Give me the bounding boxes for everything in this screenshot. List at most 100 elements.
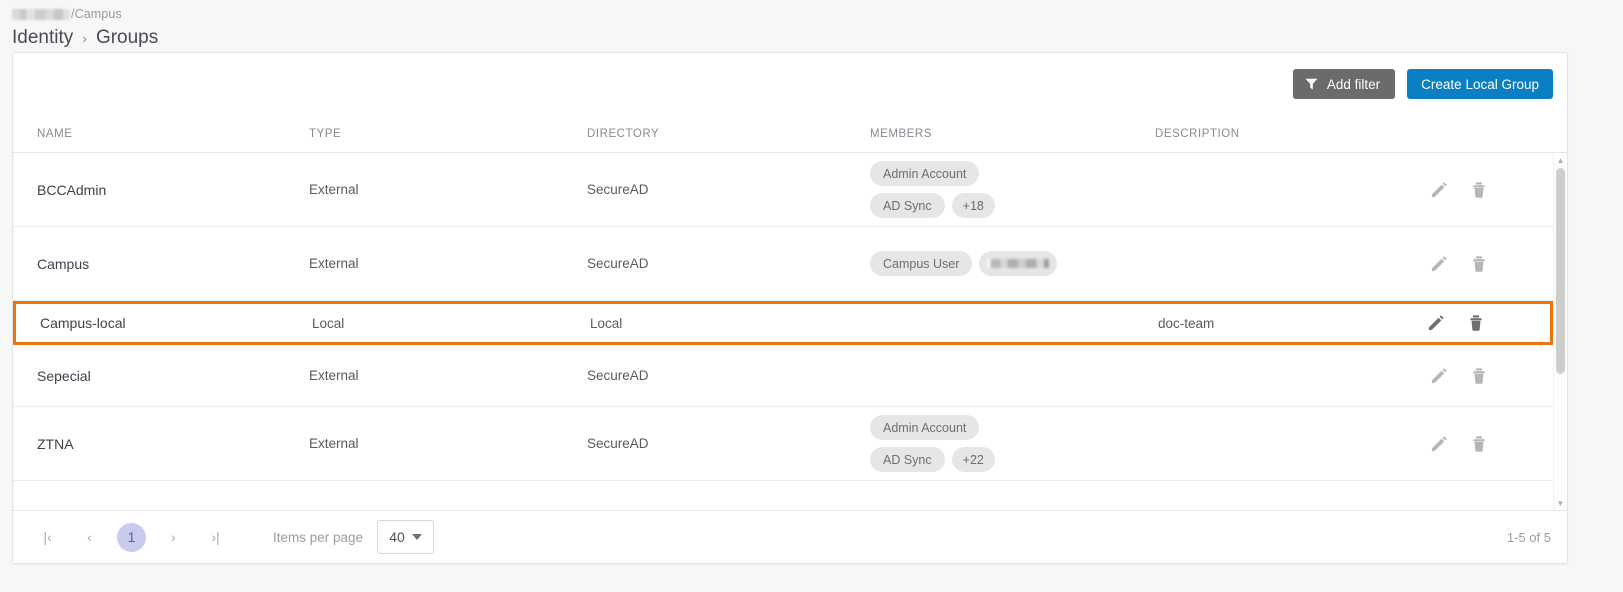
table-footer: |‹ ‹ 1 › ›| Items per page 40 1-5 of 5 (13, 510, 1567, 563)
cell-group-type: External (309, 182, 359, 197)
result-range-label: 1-5 of 5 (1506, 529, 1551, 545)
member-chip: AD Sync (870, 193, 945, 218)
column-header-members: MEMBERS (870, 127, 932, 140)
pencil-icon (1431, 255, 1447, 271)
table-row[interactable]: Campus External SecureAD Campus User (13, 227, 1553, 301)
page-title: Groups (95, 27, 159, 48)
add-filter-label: Add filter (1326, 76, 1381, 92)
cell-group-name: Campus-local (40, 315, 126, 331)
scrollbar-thumb[interactable] (1556, 168, 1565, 374)
scroll-up-arrow-icon[interactable]: ▲ (1554, 154, 1567, 167)
table-row[interactable]: Campus-local Local Local doc-team (13, 301, 1553, 345)
column-header-directory: DIRECTORY (587, 127, 660, 140)
column-header-type: TYPE (309, 127, 342, 140)
member-chip: Admin Account (870, 415, 980, 440)
cell-row-actions (1429, 434, 1553, 454)
cell-group-name: Sepecial (37, 367, 91, 384)
breadcrumb-tenant-suffix: /Campus (71, 7, 122, 21)
member-chip-redacted (979, 251, 1058, 276)
delete-group-button[interactable] (1469, 254, 1489, 274)
chevron-right-icon: › (82, 30, 87, 46)
column-header-description: DESCRIPTION (1155, 127, 1240, 140)
last-page-button[interactable]: ›| (201, 523, 230, 552)
table-row[interactable]: BCCAdmin External SecureAD Admin Account AD … (13, 153, 1553, 227)
cell-group-type: External (309, 436, 359, 451)
funnel-icon (1305, 78, 1318, 90)
cell-row-actions (1429, 180, 1553, 200)
edit-group-button[interactable] (1429, 254, 1449, 274)
groups-card: Add filter Create Local Group NAME TYPE … (12, 52, 1568, 564)
table-row[interactable]: ZTNA External SecureAD Admin Account AD Sync… (13, 407, 1553, 481)
pencil-icon (1428, 315, 1444, 331)
breadcrumb-tenant-path: /Campus (12, 6, 1623, 22)
breadcrumb-section[interactable]: Identity (12, 27, 73, 49)
edit-group-button[interactable] (1429, 366, 1449, 386)
member-chip-list: Admin Account AD Sync +18 (870, 161, 1060, 218)
trash-icon (1470, 315, 1482, 331)
groups-page: /Campus Identity › Groups Add filter Cre… (0, 0, 1623, 592)
add-filter-button[interactable]: Add filter (1292, 69, 1396, 99)
delete-group-button[interactable] (1469, 434, 1489, 454)
cell-group-type: Local (312, 315, 345, 331)
items-per-page-label: Items per page (273, 529, 364, 545)
items-per-page-value: 40 (389, 529, 405, 545)
edit-group-button[interactable] (1426, 313, 1446, 333)
member-chip-list: Admin Account AD Sync +22 (870, 415, 1060, 472)
first-page-button[interactable]: |‹ (33, 523, 62, 552)
cell-group-members: Admin Account AD Sync +22 (870, 415, 1155, 472)
table-body-scroll-area: BCCAdmin External SecureAD Admin Account AD … (13, 153, 1567, 510)
delete-group-button[interactable] (1466, 313, 1486, 333)
breadcrumb: /Campus Identity › Groups (0, 0, 1623, 51)
page-number-button[interactable]: 1 (117, 522, 146, 552)
cell-group-members: Admin Account AD Sync +18 (870, 161, 1155, 218)
vertical-scrollbar[interactable]: ▲ ▼ (1553, 154, 1566, 510)
column-header-name: NAME (37, 127, 73, 140)
next-page-button[interactable]: › (159, 523, 188, 552)
table-header-row: NAME TYPE DIRECTORY MEMBERS DESCRIPTION (13, 115, 1567, 153)
trash-icon (1473, 181, 1485, 198)
delete-group-button[interactable] (1469, 180, 1489, 200)
edit-group-button[interactable] (1429, 434, 1449, 454)
cell-group-name: ZTNA (37, 435, 74, 452)
cell-group-directory: SecureAD (587, 182, 649, 197)
table-toolbar: Add filter Create Local Group (13, 53, 1567, 115)
trash-icon (1473, 255, 1485, 272)
table-row[interactable]: Sepecial External SecureAD (13, 345, 1553, 407)
member-chip: Admin Account (870, 161, 980, 186)
cell-row-actions (1429, 366, 1553, 386)
delete-group-button[interactable] (1469, 366, 1489, 386)
pencil-icon (1431, 435, 1447, 451)
cell-group-directory: Local (590, 315, 623, 331)
pencil-icon (1431, 181, 1447, 197)
cell-group-name: Campus (37, 255, 90, 272)
cell-group-directory: SecureAD (587, 436, 649, 451)
cell-row-actions (1426, 313, 1550, 333)
redacted-tenant-name (12, 8, 70, 20)
trash-icon (1473, 435, 1485, 452)
pagination: |‹ ‹ 1 › ›| (33, 522, 230, 552)
breadcrumb-main: Identity › Groups (12, 25, 1623, 51)
scroll-down-arrow-icon[interactable]: ▼ (1554, 497, 1567, 510)
cell-group-directory: SecureAD (587, 368, 649, 383)
pencil-icon (1431, 367, 1447, 383)
member-overflow-chip: +22 (951, 447, 995, 472)
member-chip-list: Campus User (870, 251, 1060, 276)
member-chip: Campus User (870, 251, 973, 276)
cell-group-type: External (309, 368, 359, 383)
member-overflow-chip: +18 (951, 193, 995, 218)
trash-icon (1473, 367, 1485, 384)
table-body: BCCAdmin External SecureAD Admin Account AD … (13, 153, 1553, 510)
cell-group-directory: SecureAD (587, 256, 649, 271)
cell-row-actions (1429, 254, 1553, 274)
chevron-down-icon (411, 534, 422, 540)
items-per-page-select[interactable]: 40 (377, 520, 435, 554)
edit-group-button[interactable] (1429, 180, 1449, 200)
cell-group-name: BCCAdmin (37, 181, 107, 198)
cell-group-type: External (309, 256, 359, 271)
cell-group-members: Campus User (870, 251, 1155, 276)
member-chip: AD Sync (870, 447, 945, 472)
create-local-group-button[interactable]: Create Local Group (1407, 69, 1553, 99)
redaction-blur (987, 259, 1050, 268)
cell-group-description: doc-team (1158, 315, 1215, 331)
prev-page-button[interactable]: ‹ (75, 523, 104, 552)
